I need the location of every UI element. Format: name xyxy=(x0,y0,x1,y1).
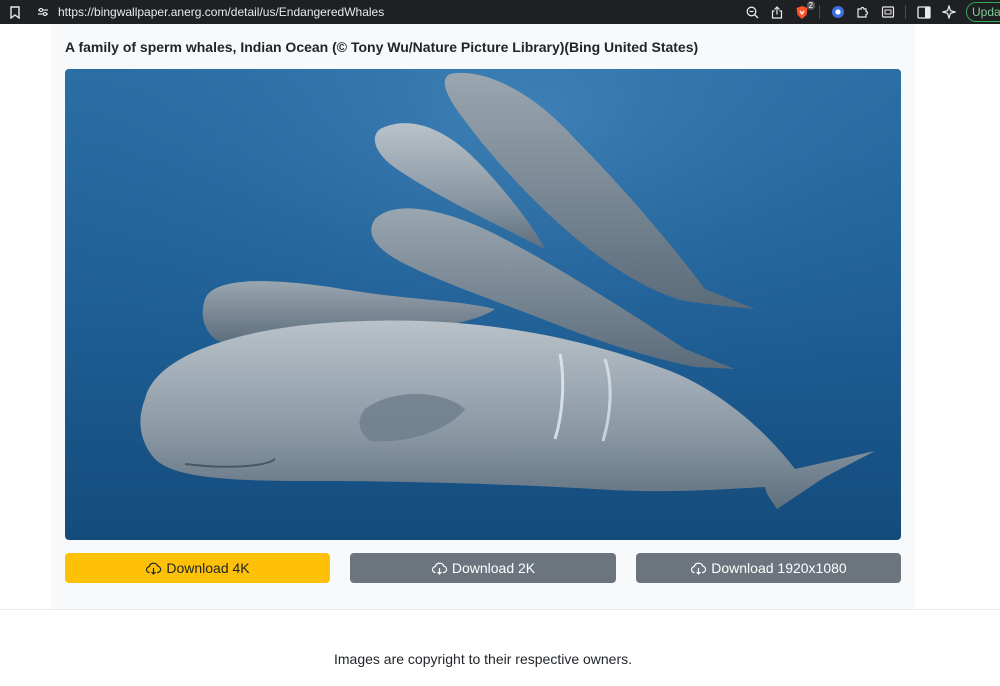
footer-divider xyxy=(0,609,1000,610)
extension-blue-icon[interactable] xyxy=(830,4,846,20)
download-2k-button[interactable]: Download 2K xyxy=(350,553,616,583)
zoom-icon[interactable] xyxy=(744,4,760,20)
download-4k-label: Download 4K xyxy=(166,560,250,576)
site-settings-icon[interactable] xyxy=(36,5,50,19)
toolbar-separator xyxy=(905,5,906,19)
download-4k-button[interactable]: Download 4K xyxy=(65,553,330,583)
share-icon[interactable] xyxy=(769,4,785,20)
cloud-download-icon xyxy=(431,562,447,575)
sidebar-icon[interactable] xyxy=(916,4,932,20)
bookmark-icon[interactable] xyxy=(8,5,22,19)
update-button[interactable]: Upda xyxy=(966,2,1000,22)
leo-ai-icon[interactable] xyxy=(941,4,957,20)
toolbar-separator xyxy=(819,5,820,19)
address-bar-url[interactable]: https://bingwallpaper.anerg.com/detail/u… xyxy=(58,5,384,19)
download-2k-label: Download 2K xyxy=(451,560,536,576)
cloud-download-icon xyxy=(146,562,162,575)
footer-copyright: Images are copyright to their respective… xyxy=(333,651,633,667)
brave-shields-count: 2 xyxy=(806,1,815,10)
screenshot-icon[interactable] xyxy=(880,4,896,20)
download-1920x1080-button[interactable]: Download 1920x1080 xyxy=(636,553,901,583)
download-1920x1080-label: Download 1920x1080 xyxy=(711,560,847,576)
cloud-download-icon xyxy=(691,562,707,575)
brave-shields-icon[interactable]: 2 xyxy=(794,1,815,20)
wallpaper-image[interactable] xyxy=(65,69,901,540)
page-title: A family of sperm whales, Indian Ocean (… xyxy=(65,39,699,55)
extensions-puzzle-icon[interactable] xyxy=(855,4,871,20)
browser-toolbar: https://bingwallpaper.anerg.com/detail/u… xyxy=(0,0,1000,24)
wallpaper-card: A family of sperm whales, Indian Ocean (… xyxy=(51,24,915,609)
